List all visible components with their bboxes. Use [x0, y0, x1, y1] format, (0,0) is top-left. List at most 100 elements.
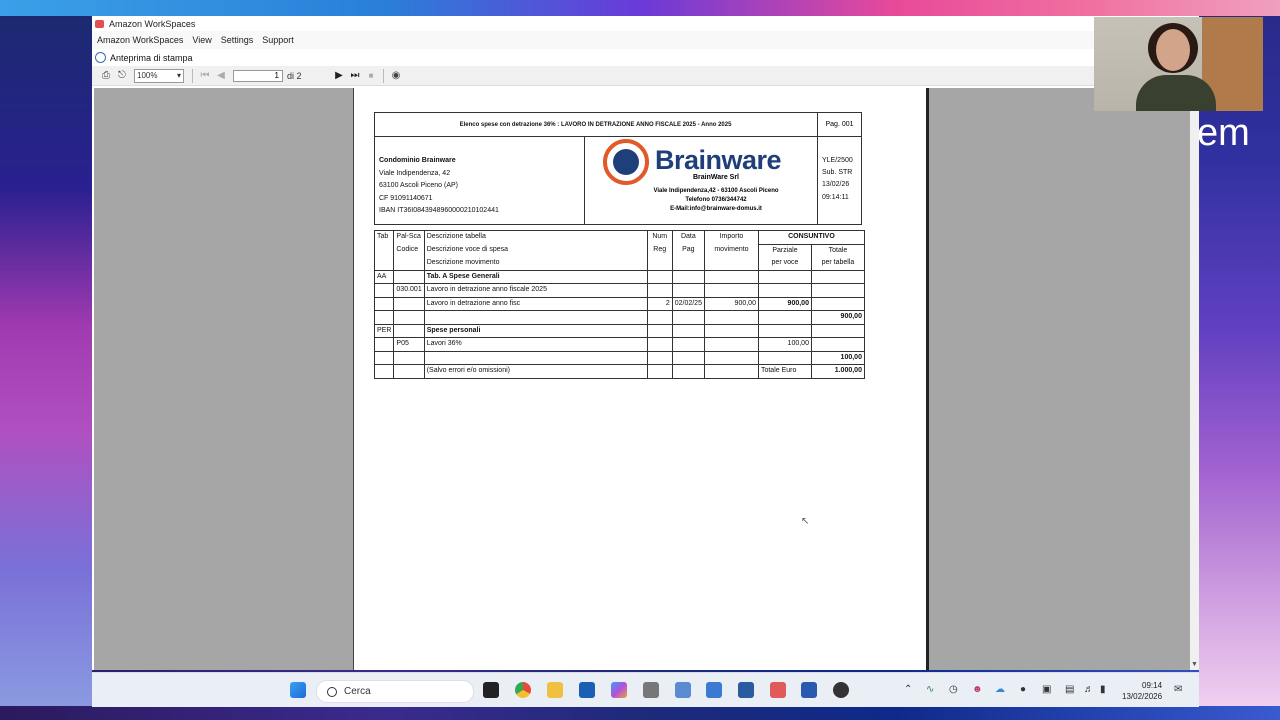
brand-email: E-Mail:info@brainware-domus.it	[670, 206, 762, 212]
cell-date: 02/02/25	[671, 297, 705, 311]
condo-address-1: Viale Indipendenza, 42	[379, 169, 451, 177]
network-icon[interactable]: ▤	[1065, 684, 1074, 695]
cell-desc: Lavoro in detrazione anno fisc	[423, 297, 648, 311]
col-num: Num	[646, 230, 673, 244]
zoom-select[interactable]: 100% ▾	[134, 68, 184, 83]
ref-sub: Sub. STR	[822, 169, 853, 177]
webcam-overlay	[1094, 17, 1263, 111]
brand-subtitle: BrainWare Srl	[692, 174, 740, 181]
word-icon[interactable]	[801, 682, 817, 698]
tray-device-icon[interactable]: ▣	[1042, 684, 1051, 695]
tray-people-icon[interactable]: ☻	[972, 684, 983, 695]
cell-importo: 900,00	[703, 297, 759, 311]
last-page-icon[interactable]: ⏭	[347, 69, 363, 83]
scroll-down-icon[interactable]: ▼	[1191, 661, 1198, 668]
col-reg: Reg	[646, 244, 673, 257]
microphone-icon[interactable]: ●	[1020, 684, 1026, 695]
zoom-value: 100%	[137, 71, 158, 80]
workspaces-taskbar-icon[interactable]	[770, 682, 786, 698]
magnifier-icon	[95, 52, 106, 63]
network-app-icon[interactable]	[675, 682, 691, 698]
print-preview-label: Anteprima di stampa	[110, 52, 193, 63]
company-logo-block: Brainware BrainWare Srl Viale Indipenden…	[585, 137, 817, 225]
brand-contacts: Viale Indipendenza,42 - 63100 Ascoli Pic…	[585, 187, 817, 214]
windows-start-icon[interactable]	[290, 682, 306, 698]
cell-desc: Lavori 36%	[423, 337, 648, 352]
cell-totale: 900,00	[810, 310, 865, 325]
file-explorer-icon[interactable]	[547, 682, 563, 698]
cell-num: 2	[646, 297, 673, 311]
vertical-scrollbar[interactable]: ▼	[1190, 88, 1199, 670]
col-per-tabella: per tabella	[810, 257, 865, 271]
tray-app-icon[interactable]: ∿	[926, 684, 934, 695]
toolbar-divider	[383, 68, 384, 83]
preview-toolbar: ⎙ ⎋ 100% ▾ ⏮ ◀ di 2 ▶ ⏭ ■ ◉	[92, 66, 1199, 86]
table-header-row: Codice Descrizione voce di spesa Reg Pag…	[373, 244, 865, 257]
clock-date: 13/02/2026	[1122, 692, 1163, 701]
table-row: Lavoro in detrazione anno fisc 2 02/02/2…	[373, 297, 865, 311]
menu-support[interactable]: Support	[262, 35, 294, 45]
table-row: 100,00	[373, 351, 865, 365]
desktop-wallpaper-left	[0, 16, 92, 706]
desktop-top-band	[0, 0, 1280, 16]
task-view-icon[interactable]	[483, 682, 499, 698]
expense-table: Tab Pal-Sca Descrizione tabella Num Data…	[373, 230, 865, 379]
col-tab: Tab	[373, 230, 395, 244]
onedrive-icon[interactable]: ☁	[995, 684, 1005, 695]
col-parziale: Parziale	[757, 244, 812, 257]
brand-phone: Telefono 0736/344742	[685, 197, 747, 203]
col-palsca: Pal-Sca	[393, 230, 425, 244]
print-preview-title: Anteprima di stampa	[92, 49, 1199, 66]
print-icon[interactable]: ⎙	[98, 69, 114, 83]
col-desc1: Descrizione tabella	[423, 230, 648, 244]
notification-bell-icon[interactable]: ✉	[1174, 684, 1182, 695]
page-count: di 2	[287, 70, 302, 81]
cell-totale: 100,00	[810, 351, 865, 365]
condo-name: Condominio Brainware	[379, 157, 456, 164]
app-icon[interactable]	[833, 682, 849, 698]
binoculars-icon[interactable]: ◉	[388, 69, 404, 83]
next-page-icon[interactable]: ▶	[331, 69, 347, 83]
page-number-input[interactable]	[233, 69, 283, 82]
clock-time: 09:14	[1142, 681, 1163, 690]
tray-clock-icon[interactable]: ◷	[949, 684, 958, 695]
battery-icon[interactable]: ▮	[1100, 684, 1106, 695]
title-bar: Amazon WorkSpaces	[92, 16, 1199, 31]
cell-desc: Spese personali	[423, 324, 648, 338]
mouse-cursor-icon: ↖	[801, 516, 810, 527]
table-header-row: Descrizione movimento per voce per tabel…	[373, 257, 865, 271]
remote-desktop-icon[interactable]	[738, 682, 754, 698]
col-totale: Totale	[810, 244, 865, 257]
notepad-icon[interactable]	[706, 682, 722, 698]
col-codice: Codice	[393, 244, 425, 257]
ref-code: YLE/2500	[822, 157, 853, 164]
prev-page-icon[interactable]: ◀	[213, 69, 229, 83]
cell-tab: AA	[373, 270, 395, 284]
volume-icon[interactable]: ♬	[1084, 684, 1094, 695]
export-icon[interactable]: ⎋	[114, 69, 130, 83]
chevron-up-icon[interactable]: ⌃	[904, 684, 912, 695]
table-row: PER Spese personali	[373, 324, 865, 338]
chevron-down-icon: ▾	[176, 71, 181, 80]
preview-area: Elenco spese con detrazione 36% : LAVORO…	[94, 88, 1190, 670]
menu-amazon-workspaces[interactable]: Amazon WorkSpaces	[97, 35, 183, 45]
table-header-row: Tab Pal-Sca Descrizione tabella Num Data…	[373, 230, 865, 245]
condo-iban: IBAN IT36I0843948960000210102441	[379, 207, 499, 214]
search-placeholder: Cerca	[344, 686, 371, 697]
calculator-icon[interactable]	[643, 682, 659, 698]
chrome-icon[interactable]	[515, 682, 531, 698]
menu-settings[interactable]: Settings	[221, 35, 254, 45]
taskbar-clock[interactable]: 09:14 13/02/2026	[1122, 680, 1162, 702]
copilot-icon[interactable]	[611, 682, 627, 698]
store-icon[interactable]	[579, 682, 595, 698]
menu-view[interactable]: View	[192, 35, 211, 45]
col-desc2: Descrizione voce di spesa	[423, 244, 648, 257]
stop-icon[interactable]: ■	[363, 69, 379, 83]
first-page-icon[interactable]: ⏮	[197, 69, 213, 83]
table-row: (Salvo errori e/o omissioni) Totale Euro…	[373, 364, 865, 379]
col-desc3: Descrizione movimento	[423, 257, 648, 271]
taskbar-search[interactable]: Cerca	[316, 680, 474, 703]
cell-code: 030.001	[393, 283, 425, 298]
cell-code: P05	[393, 337, 425, 352]
brand-name: Brainware	[655, 145, 782, 175]
